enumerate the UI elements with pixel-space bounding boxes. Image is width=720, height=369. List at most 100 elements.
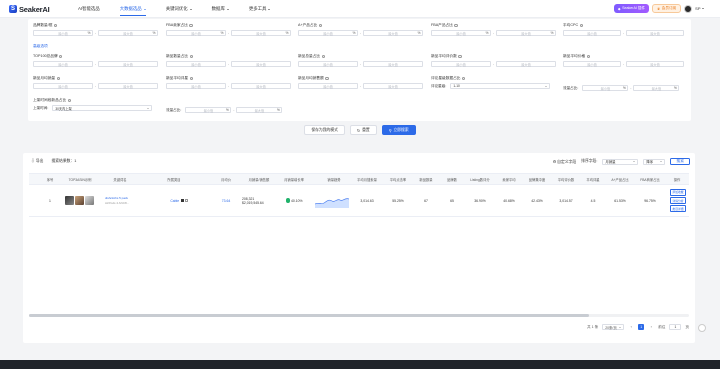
scrollbar-thumb[interactable]	[29, 314, 589, 317]
max-input[interactable]: 最大值	[626, 61, 684, 67]
min-input[interactable]: 最小值	[431, 61, 491, 67]
min-input[interactable]: 最小值	[166, 61, 226, 67]
max-input[interactable]: 最大值%	[231, 30, 291, 36]
keyword-link[interactable]: dishcloths 5 pack	[105, 196, 128, 200]
max-input[interactable]: 最大值	[626, 30, 684, 36]
max-input[interactable]: 最大值	[98, 83, 158, 89]
chevron-down-icon	[633, 161, 636, 162]
listing-time-select[interactable]: 30天内上架	[52, 105, 153, 111]
min-input[interactable]: 最小值%	[185, 107, 232, 113]
min-input[interactable]: 最小值	[33, 83, 93, 89]
min-input[interactable]: 最小值	[298, 83, 358, 89]
results-toolbar: ⇩ 导出 搜索结果数：1 ⚙ 自定义字段 排序字段: 月销量 降序 搜索	[23, 153, 695, 170]
min-input[interactable]: 最小值%	[166, 30, 226, 36]
min-input[interactable]: 最小值	[166, 83, 226, 89]
placeholder: 最大值	[254, 108, 265, 113]
max-input[interactable]: 最大值%	[363, 30, 423, 36]
click-rate-cell: 55.25%	[392, 198, 404, 203]
min-input[interactable]: 最小值%	[298, 30, 358, 36]
min-input[interactable]: 最小值	[298, 61, 358, 67]
category-link[interactable]: Cable	[170, 199, 179, 203]
placeholder: 最小值	[323, 31, 333, 36]
unit-label: %	[550, 31, 554, 35]
horizontal-scrollbar[interactable]	[29, 314, 689, 317]
sort-field-select[interactable]: 月销量	[602, 158, 639, 165]
user-menu[interactable]: SP	[695, 6, 704, 11]
save-mode-button[interactable]: 保存为我的模式	[304, 125, 345, 135]
page-size-select[interactable]: 20条/页	[602, 324, 625, 330]
chevron-down-icon	[226, 8, 229, 10]
min-input[interactable]: 最小值%	[431, 30, 491, 36]
max-input[interactable]: 最大值%	[633, 85, 680, 91]
button-label: 自定义字段	[557, 159, 577, 164]
subscription-button[interactable]: ♛ 会员订阅	[652, 4, 682, 13]
nav-database[interactable]: 数据库	[212, 0, 229, 18]
product-thumbnail[interactable]	[85, 196, 94, 205]
range-dash: -	[359, 84, 362, 88]
col-sales: 月销量/销售额	[248, 177, 270, 182]
max-input[interactable]: 最大值	[363, 83, 423, 89]
range-dash: -	[622, 31, 625, 35]
unit-label: %	[277, 108, 280, 112]
filter-traffic-ratio: 流量占比: 最小值% - 最大值%	[563, 83, 680, 91]
main-nav: AI智能选品 大数据选品 关键词优化 数据库 更多工具	[78, 0, 271, 18]
max-input[interactable]: 最大值	[363, 61, 423, 67]
col-seller-avg: 卖家平均	[502, 177, 516, 182]
max-input[interactable]: 最大值%	[496, 30, 556, 36]
results-search-button[interactable]: 搜索	[670, 158, 690, 165]
nav-bigdata-selection[interactable]: 大数据选品	[119, 0, 146, 18]
search-volume-cell: 3,014.63	[360, 198, 374, 203]
brand-logo[interactable]: S SeakerAI	[9, 4, 50, 14]
min-input[interactable]: 最小值	[563, 61, 621, 67]
search-button[interactable]: ⚲ 立即搜索	[381, 125, 416, 135]
nav-keyword-optimization[interactable]: 关键词优化	[166, 0, 192, 18]
copy-icon[interactable]	[180, 199, 184, 202]
range-dash: -	[94, 31, 97, 35]
filter-label: 上架时间段新品占比	[33, 98, 67, 102]
max-input[interactable]: 最大值	[231, 83, 291, 89]
detail-analysis-button[interactable]: 详情分析	[669, 197, 687, 204]
extension-button[interactable]: ◆ SeakerAI 插件	[613, 4, 650, 13]
min-input[interactable]: 最小值%	[582, 85, 629, 91]
filter-label: 新品平均评星	[166, 76, 189, 80]
product-thumbnail[interactable]	[65, 196, 74, 205]
category-detail-button[interactable]: 类目详细	[669, 205, 687, 213]
max-input[interactable]: 最大值	[496, 61, 556, 67]
range-dash: -	[94, 62, 97, 66]
avatar[interactable]	[684, 4, 693, 13]
min-input[interactable]: 最小值	[563, 30, 621, 36]
external-link-icon[interactable]	[184, 199, 188, 202]
nav-ai-selection[interactable]: AI智能选品	[78, 0, 100, 18]
price-cell: 73.64	[221, 198, 231, 203]
review-star-select[interactable]: 1-10	[450, 83, 551, 89]
max-input[interactable]: 最大值	[231, 61, 291, 67]
product-thumbnail[interactable]	[75, 196, 84, 205]
export-button[interactable]: ⇩ 导出	[31, 159, 43, 164]
max-input[interactable]: 最大值%	[236, 107, 283, 113]
col-search-volume: 平均月搜索量	[357, 177, 377, 182]
custom-columns-button[interactable]: ⚙ 自定义字段	[553, 159, 576, 165]
add-favorite-button[interactable]: 添加收藏	[669, 188, 687, 196]
results-panel: ⇩ 导出 搜索结果数：1 ⚙ 自定义字段 排序字段: 月销量 降序 搜索 序号 …	[23, 153, 695, 343]
min-input[interactable]: 最小值	[33, 61, 93, 67]
sparkline-chart	[315, 197, 349, 208]
placeholder: 最小值	[191, 31, 201, 36]
prev-page-button[interactable]: ‹	[628, 324, 634, 330]
filter-new-count-ratio: 新品数量占比 最小值 - 最大值	[166, 54, 291, 67]
placeholder: 最小值	[323, 62, 333, 67]
max-input[interactable]: 最大值%	[98, 30, 158, 36]
sort-order-select[interactable]: 降序	[643, 158, 666, 165]
range-dash: -	[227, 84, 230, 88]
button-label: 导出	[35, 159, 44, 163]
reset-button[interactable]: ↻ 重置	[349, 125, 377, 135]
page-1-button[interactable]: 1	[638, 324, 645, 330]
placeholder: 最小值	[587, 31, 597, 36]
chat-support-icon[interactable]	[698, 324, 706, 332]
next-page-button[interactable]: ›	[648, 324, 654, 330]
max-input[interactable]: 最大值	[98, 61, 158, 67]
placeholder: 最大值	[388, 62, 398, 67]
min-input[interactable]: 最小值%	[33, 30, 93, 36]
advanced-options-toggle[interactable]: 高级选项	[33, 44, 48, 49]
goto-page-input[interactable]: 1	[669, 324, 682, 330]
nav-more-tools[interactable]: 更多工具	[249, 0, 271, 18]
